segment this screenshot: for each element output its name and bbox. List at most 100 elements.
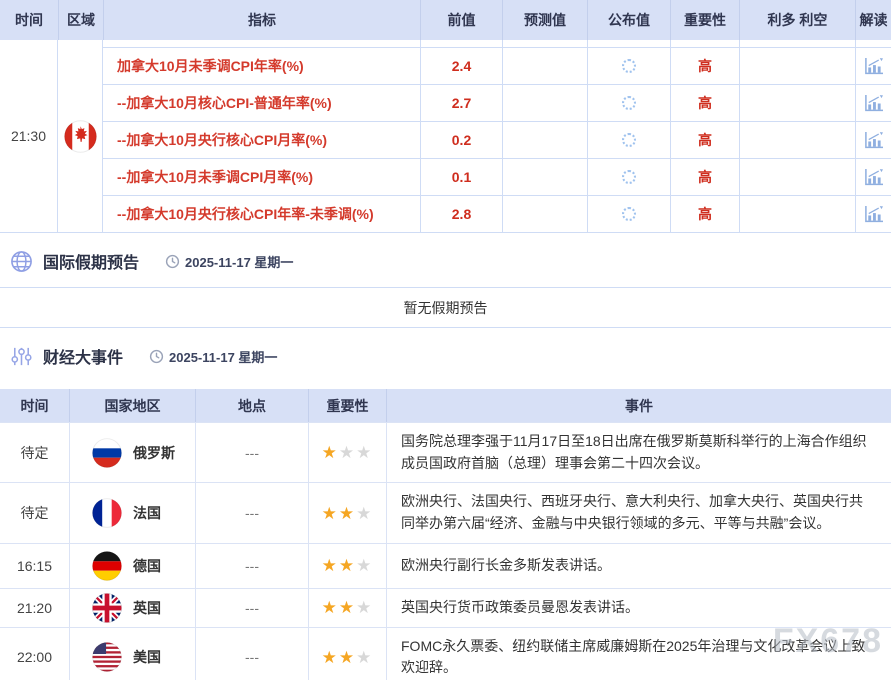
event-row: 16:15德国---★★★欧洲央行副行长金多斯发表讲话。 [0, 543, 891, 588]
bull-bear-value [739, 122, 855, 158]
events-rows: 待定俄罗斯---★★★国务院总理李强于11月17日至18日出席在俄罗斯莫斯科举行… [0, 422, 891, 680]
chart-icon[interactable] [855, 196, 891, 232]
event-row: 待定俄罗斯---★★★国务院总理李强于11月17日至18日出席在俄罗斯莫斯科举行… [0, 422, 891, 482]
indicator-link[interactable]: --加拿大10月央行核心CPI年率-未季调(%) [103, 196, 420, 232]
calendar-row: --加拿大10月央行核心CPI月率(%)0.2 高 [103, 121, 891, 158]
bull-bear-value [739, 85, 855, 121]
importance-cell [670, 40, 739, 47]
bull-bear-cell [739, 40, 855, 47]
previous-value: 0.2 [420, 122, 502, 158]
forecast-cell [502, 40, 587, 47]
country-name: 法国 [133, 503, 161, 523]
event-importance: ★★★ [308, 423, 386, 482]
published-value [587, 122, 670, 158]
bull-bear-value [739, 48, 855, 84]
published-value [587, 159, 670, 195]
country-name: 俄罗斯 [133, 443, 175, 463]
event-row: 22:00美国---★★★FOMC永久票委、纽约联储主席威廉姆斯在2025年治理… [0, 627, 891, 680]
published-cell [587, 40, 670, 47]
indicator-link[interactable]: --加拿大10月未季调CPI月率(%) [103, 159, 420, 195]
globe-icon [10, 250, 33, 273]
previous-value: 0.1 [420, 159, 502, 195]
release-time: 21:30 [0, 40, 58, 232]
event-location: --- [195, 589, 308, 627]
col-header-region: 区域 [58, 0, 103, 40]
indicator-link[interactable]: --加拿大10月核心CPI-普通年率(%) [103, 85, 420, 121]
calendar-table: 时间 区域 指标 前值 预测值 公布值 重要性 利多 利空 解读 21:30 [0, 0, 891, 233]
holiday-date-text: 2025-11-17 星期一 [185, 252, 293, 271]
indicator-link[interactable]: --加拿大10月央行核心CPI月率(%) [103, 122, 420, 158]
col-header-published: 公布值 [587, 0, 670, 40]
importance-value: 高 [670, 122, 739, 158]
calendar-table-header: 时间 区域 指标 前值 预测值 公布值 重要性 利多 利空 解读 [0, 0, 891, 40]
event-description: 欧洲央行副行长金多斯发表讲话。 [386, 544, 891, 588]
star-icon: ★ [322, 556, 339, 575]
loading-spinner-icon [622, 59, 636, 73]
canada-flag-icon [58, 40, 103, 232]
event-country: 德国 [69, 544, 195, 588]
previous-cell [420, 40, 502, 47]
previous-value: 2.7 [420, 85, 502, 121]
event-importance: ★★★ [308, 589, 386, 627]
published-value [587, 196, 670, 232]
calendar-row: --加拿大10月核心CPI-普通年率(%)2.7 高 [103, 84, 891, 121]
event-country: 美国 [69, 628, 195, 680]
col-header-time: 时间 [0, 0, 58, 40]
calendar-row: 加拿大10月未季调CPI年率(%)2.4 高 [103, 47, 891, 84]
importance-value: 高 [670, 159, 739, 195]
col-header-indicator: 指标 [103, 0, 420, 40]
forecast-value [502, 85, 587, 121]
indicator-link[interactable]: 加拿大10月未季调CPI年率(%) [103, 48, 420, 84]
country-name: 美国 [133, 647, 161, 667]
importance-value: 高 [670, 48, 739, 84]
star-icon: ★ [322, 504, 339, 523]
event-description: 英国央行货币政策委员曼恩发表讲话。 [386, 589, 891, 627]
loading-spinner-icon [622, 96, 636, 110]
col-header-importance: 重要性 [670, 0, 739, 40]
country-name: 英国 [133, 598, 161, 618]
col-header-importance: 重要性 [308, 389, 386, 422]
previous-value: 2.4 [420, 48, 502, 84]
event-importance: ★★★ [308, 544, 386, 588]
event-country: 法国 [69, 483, 195, 542]
event-time: 待定 [0, 423, 69, 482]
col-header-previous: 前值 [420, 0, 502, 40]
star-icon: ★ [339, 443, 356, 462]
event-row: 待定法国---★★★欧洲央行、法国央行、西班牙央行、意大利央行、加拿大央行、英国… [0, 482, 891, 542]
bull-bear-value [739, 159, 855, 195]
forecast-value [502, 196, 587, 232]
events-date-text: 2025-11-17 星期一 [169, 347, 277, 366]
calendar-row-partial [103, 40, 891, 47]
chart-icon[interactable] [855, 159, 891, 195]
star-icon: ★ [339, 556, 356, 575]
clock-icon [149, 349, 164, 364]
forecast-value [502, 159, 587, 195]
chart-icon[interactable] [855, 48, 891, 84]
star-icon: ★ [322, 598, 339, 617]
importance-value: 高 [670, 85, 739, 121]
calendar-row: --加拿大10月央行核心CPI年率-未季调(%)2.8高 [103, 195, 891, 232]
loading-spinner-icon [622, 170, 636, 184]
chart-icon[interactable] [855, 85, 891, 121]
forecast-value [502, 122, 587, 158]
chart-icon[interactable] [855, 122, 891, 158]
calendar-table-body: 21:30 加拿大10月未季调CPI年率(%)2.4高--加拿大10月核心CPI… [0, 40, 891, 233]
calendar-rows: 加拿大10月未季调CPI年率(%)2.4高--加拿大10月核心CPI-普通年率(… [103, 40, 891, 232]
event-description: 欧洲央行、法国央行、西班牙央行、意大利央行、加拿大央行、英国央行共同举办第六届“… [386, 483, 891, 542]
star-icon: ★ [356, 504, 373, 523]
event-country: 俄罗斯 [69, 423, 195, 482]
event-location: --- [195, 628, 308, 680]
event-importance: ★★★ [308, 628, 386, 680]
col-header-bull-bear: 利多 利空 [739, 0, 855, 40]
events-section-header: 财经大事件 2025-11-17 星期一 [6, 343, 891, 369]
previous-value: 2.8 [420, 196, 502, 232]
col-header-time: 时间 [0, 389, 69, 422]
event-description: FOMC永久票委、纽约联储主席威廉姆斯在2025年治理与文化改革会议上致欢迎辞。 [386, 628, 891, 680]
event-location: --- [195, 544, 308, 588]
col-header-event: 事件 [386, 389, 891, 422]
col-header-location: 地点 [195, 389, 308, 422]
event-time: 待定 [0, 483, 69, 542]
bull-bear-value [739, 196, 855, 232]
published-value [587, 48, 670, 84]
calendar-row: --加拿大10月未季调CPI月率(%)0.1 高 [103, 158, 891, 195]
